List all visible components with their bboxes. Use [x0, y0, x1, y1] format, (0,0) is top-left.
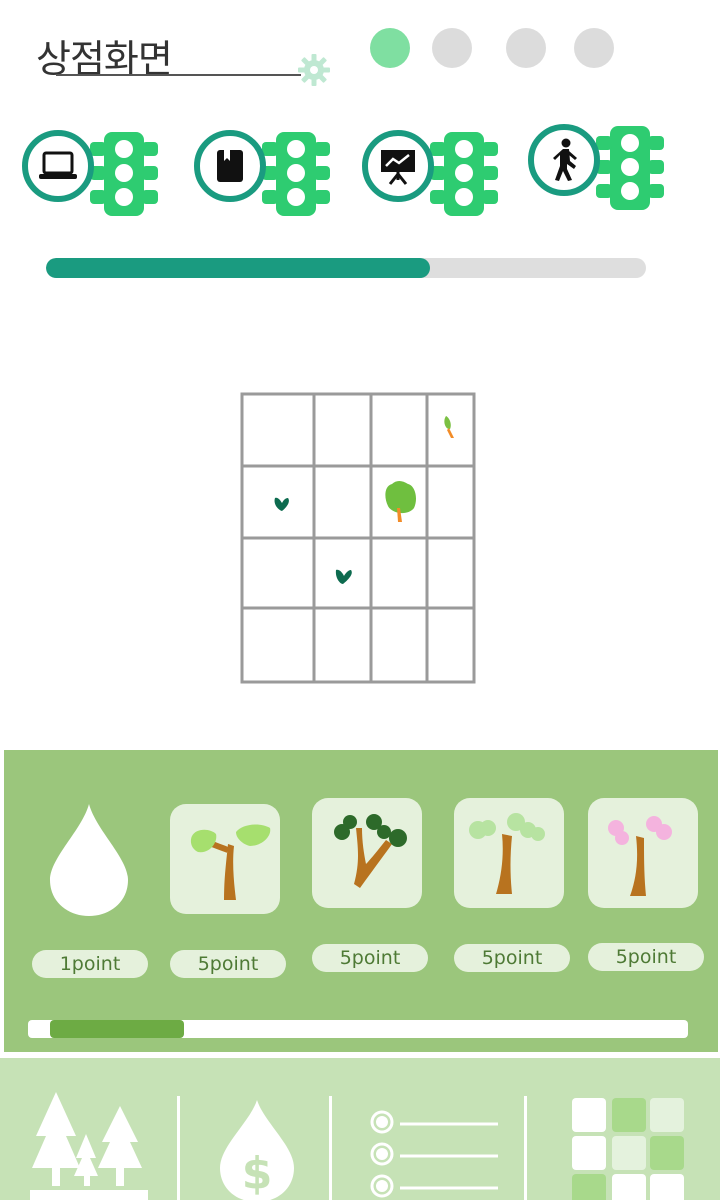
green-tree-icon [190, 824, 271, 900]
sprout-icon [444, 416, 454, 438]
shop-scrollbar-thumb[interactable] [50, 1020, 184, 1038]
dark-green-tree-icon [334, 814, 407, 888]
seedling-icon [335, 569, 352, 584]
shop-item-price: 5point [312, 944, 428, 972]
title-underline [56, 74, 301, 76]
nav-divider [524, 1096, 527, 1200]
shop-item-pink-blossom-tree[interactable] [588, 798, 698, 908]
shop-item-price: 5point [588, 943, 704, 971]
shop-item-light-green-tree[interactable] [454, 798, 564, 908]
book-icon [194, 130, 266, 202]
nav-divider [329, 1096, 332, 1200]
small-tree-icon [385, 481, 416, 522]
shop-item-price: 5point [170, 950, 286, 978]
presentation-icon [362, 130, 434, 202]
page-dot-4[interactable] [574, 28, 614, 68]
shop-item-price: 5point [454, 944, 570, 972]
list-icon[interactable] [366, 1106, 500, 1200]
page-dot-2[interactable] [432, 28, 472, 68]
category-laptop[interactable] [22, 118, 172, 218]
shop-item-green-tree[interactable] [170, 804, 280, 914]
gear-icon[interactable] [296, 52, 332, 88]
water-drop-icon[interactable] [46, 800, 132, 918]
garden-grid[interactable] [240, 392, 476, 684]
traffic-light-icon [90, 132, 158, 216]
category-walking[interactable] [528, 112, 678, 212]
forest-icon[interactable] [28, 1090, 150, 1200]
walking-person-icon [528, 124, 600, 196]
traffic-light-icon [596, 126, 664, 210]
nav-divider [177, 1096, 180, 1200]
money-drop-icon[interactable]: $ [216, 1098, 298, 1200]
traffic-light-icon [262, 132, 330, 216]
seedling-icon [274, 497, 289, 511]
page-dot-3[interactable] [506, 28, 546, 68]
progress-bar [46, 258, 646, 278]
category-presentation[interactable] [362, 118, 512, 218]
grid-icon[interactable] [570, 1096, 686, 1200]
light-green-tree-icon [469, 813, 545, 894]
page-dot-1[interactable] [370, 28, 410, 68]
pink-blossom-tree-icon [608, 816, 672, 896]
traffic-light-icon [430, 132, 498, 216]
shop-item-dark-green-tree[interactable] [312, 798, 422, 908]
category-book[interactable] [194, 118, 344, 218]
laptop-icon [22, 130, 94, 202]
progress-fill [46, 258, 430, 278]
svg-text:$: $ [242, 1148, 273, 1199]
shop-item-price: 1point [32, 950, 148, 978]
